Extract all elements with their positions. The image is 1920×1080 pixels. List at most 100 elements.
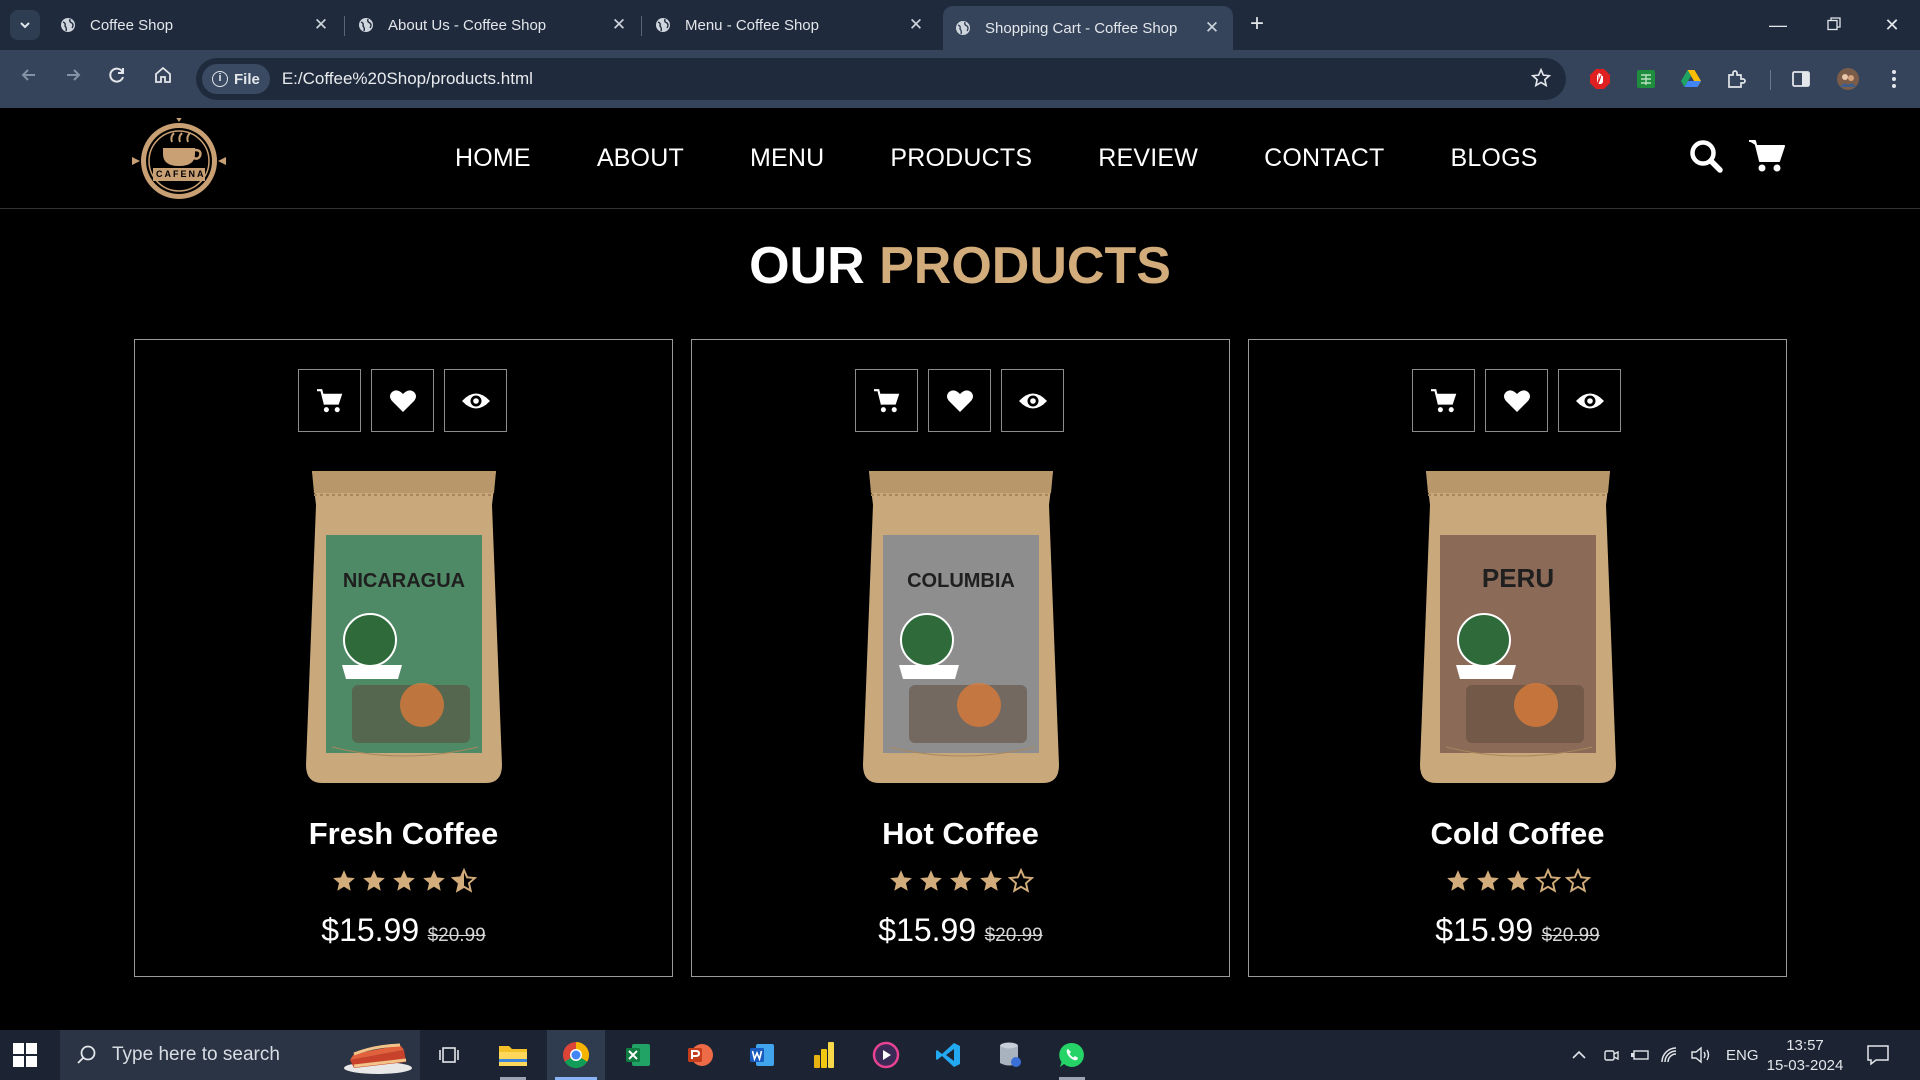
power-bi-app[interactable]	[795, 1030, 853, 1080]
new-tab-button[interactable]: +	[1244, 11, 1270, 37]
bag-label: COLUMBIA	[907, 570, 1015, 592]
product-rating	[1249, 868, 1786, 894]
nav-home[interactable]: HOME	[455, 144, 531, 173]
forward-button[interactable]	[58, 64, 88, 94]
side-panel-icon[interactable]	[1788, 66, 1814, 92]
nav-contact[interactable]: CONTACT	[1264, 144, 1384, 173]
search-button[interactable]	[1688, 138, 1728, 178]
browser-menu-icon[interactable]	[1881, 66, 1907, 92]
add-to-cart-button[interactable]	[298, 369, 361, 432]
star-filled-icon	[1476, 870, 1499, 891]
tab-about-us[interactable]: About Us - Coffee Shop ✕	[358, 6, 628, 44]
eye-icon	[1575, 393, 1604, 408]
tab-menu[interactable]: Menu - Coffee Shop ✕	[655, 6, 925, 44]
site-info-chip[interactable]: i File	[202, 64, 270, 94]
heart-icon	[389, 389, 416, 412]
media-player-app[interactable]	[857, 1030, 915, 1080]
tab-shopping-cart[interactable]: Shopping Cart - Coffee Shop ✕	[943, 6, 1233, 50]
eye-icon	[1018, 393, 1047, 408]
close-window-button[interactable]: ✕	[1872, 10, 1912, 40]
minimize-button[interactable]: —	[1758, 10, 1798, 40]
star-outline-icon	[1564, 868, 1591, 893]
home-button[interactable]	[148, 64, 178, 94]
file-explorer-app[interactable]	[484, 1030, 542, 1080]
product-price-row: $15.99 $20.99	[692, 912, 1229, 949]
excel-app[interactable]	[609, 1030, 667, 1080]
battery-icon[interactable]	[1630, 1047, 1650, 1063]
coffee-bag-image: COLUMBIA	[863, 471, 1059, 783]
vscode-app[interactable]	[919, 1030, 977, 1080]
nav-about[interactable]: ABOUT	[597, 144, 684, 173]
wifi-icon[interactable]	[1660, 1046, 1680, 1064]
close-tab-icon[interactable]: ✕	[610, 16, 628, 34]
star-half-icon	[450, 868, 477, 893]
task-view-button[interactable]	[420, 1030, 478, 1080]
browser-toolbar: i File E:/Coffee%20Shop/products.html	[0, 50, 1920, 108]
wishlist-button[interactable]	[928, 369, 991, 432]
nav-menu[interactable]: MENU	[750, 144, 824, 173]
powerpoint-app[interactable]	[671, 1030, 729, 1080]
nav-review[interactable]: REVIEW	[1098, 144, 1198, 173]
extensions-puzzle-icon[interactable]	[1723, 66, 1749, 92]
star-filled-icon	[1446, 870, 1469, 891]
chrome-app[interactable]	[547, 1030, 605, 1080]
tab-coffee-shop[interactable]: Coffee Shop ✕	[60, 6, 330, 44]
product-price: $15.99	[1435, 912, 1534, 948]
back-button[interactable]	[14, 64, 44, 94]
profile-avatar[interactable]	[1835, 66, 1861, 92]
globe-icon	[656, 18, 670, 32]
add-to-cart-button[interactable]	[855, 369, 918, 432]
product-name[interactable]: Cold Coffee	[1249, 816, 1786, 852]
star-filled-icon	[949, 870, 972, 891]
product-name[interactable]: Fresh Coffee	[135, 816, 672, 852]
extension-adblock-icon[interactable]	[1587, 66, 1613, 92]
quick-view-button[interactable]	[1001, 369, 1064, 432]
address-bar[interactable]: i File E:/Coffee%20Shop/products.html	[196, 58, 1566, 100]
notification-center-button[interactable]	[1866, 1030, 1890, 1080]
close-tab-icon[interactable]: ✕	[1203, 19, 1221, 37]
word-app[interactable]	[733, 1030, 791, 1080]
star-filled-icon	[979, 870, 1002, 891]
cafena-logo[interactable]: CAFENA	[130, 116, 228, 200]
cart-button[interactable]	[1748, 138, 1788, 178]
taskbar-search-box[interactable]: Type here to search	[60, 1030, 420, 1080]
nav-blogs[interactable]: BLOGS	[1450, 144, 1537, 173]
powerpoint-icon	[688, 1044, 713, 1066]
star-filled-icon	[1506, 870, 1529, 891]
extension-sheets-icon[interactable]	[1633, 66, 1659, 92]
close-tab-icon[interactable]: ✕	[907, 16, 925, 34]
language-indicator[interactable]: ENG	[1726, 1047, 1759, 1064]
wishlist-button[interactable]	[1485, 369, 1548, 432]
tab-title: Menu - Coffee Shop	[685, 16, 819, 34]
whatsapp-app[interactable]	[1043, 1030, 1101, 1080]
quick-view-button[interactable]	[444, 369, 507, 432]
chevron-up-icon[interactable]	[1570, 1049, 1588, 1061]
chrome-icon	[563, 1041, 590, 1069]
product-price: $15.99	[321, 912, 420, 948]
meet-now-icon[interactable]	[1602, 1046, 1620, 1064]
section-title: OUR PRODUCTS	[0, 236, 1920, 296]
product-card: COLUMBIA Hot Coffee $15.99 $20.99	[691, 339, 1230, 977]
reload-button[interactable]	[102, 64, 132, 94]
bookmark-star-icon[interactable]	[1530, 67, 1552, 95]
tab-search-button[interactable]	[10, 10, 40, 40]
extension-drive-icon[interactable]	[1678, 66, 1704, 92]
volume-icon[interactable]	[1690, 1046, 1712, 1064]
product-name[interactable]: Hot Coffee	[692, 816, 1229, 852]
globe-icon	[359, 18, 373, 32]
coffee-bag-image: NICARAGUA	[306, 471, 502, 783]
eye-icon	[461, 393, 490, 408]
clock[interactable]: 13:57 15-03-2024	[1762, 1036, 1848, 1076]
search-icon	[77, 1045, 96, 1064]
database-app[interactable]	[981, 1030, 1039, 1080]
start-button[interactable]	[12, 1042, 38, 1068]
quick-view-button[interactable]	[1558, 369, 1621, 432]
close-tab-icon[interactable]: ✕	[312, 16, 330, 34]
star-filled-icon	[362, 870, 385, 891]
nav-products[interactable]: PRODUCTS	[890, 144, 1032, 173]
add-to-cart-button[interactable]	[1412, 369, 1475, 432]
wishlist-button[interactable]	[371, 369, 434, 432]
tab-separator	[641, 16, 642, 36]
restore-button[interactable]	[1814, 10, 1854, 40]
logo-emblem-icon	[132, 116, 226, 199]
